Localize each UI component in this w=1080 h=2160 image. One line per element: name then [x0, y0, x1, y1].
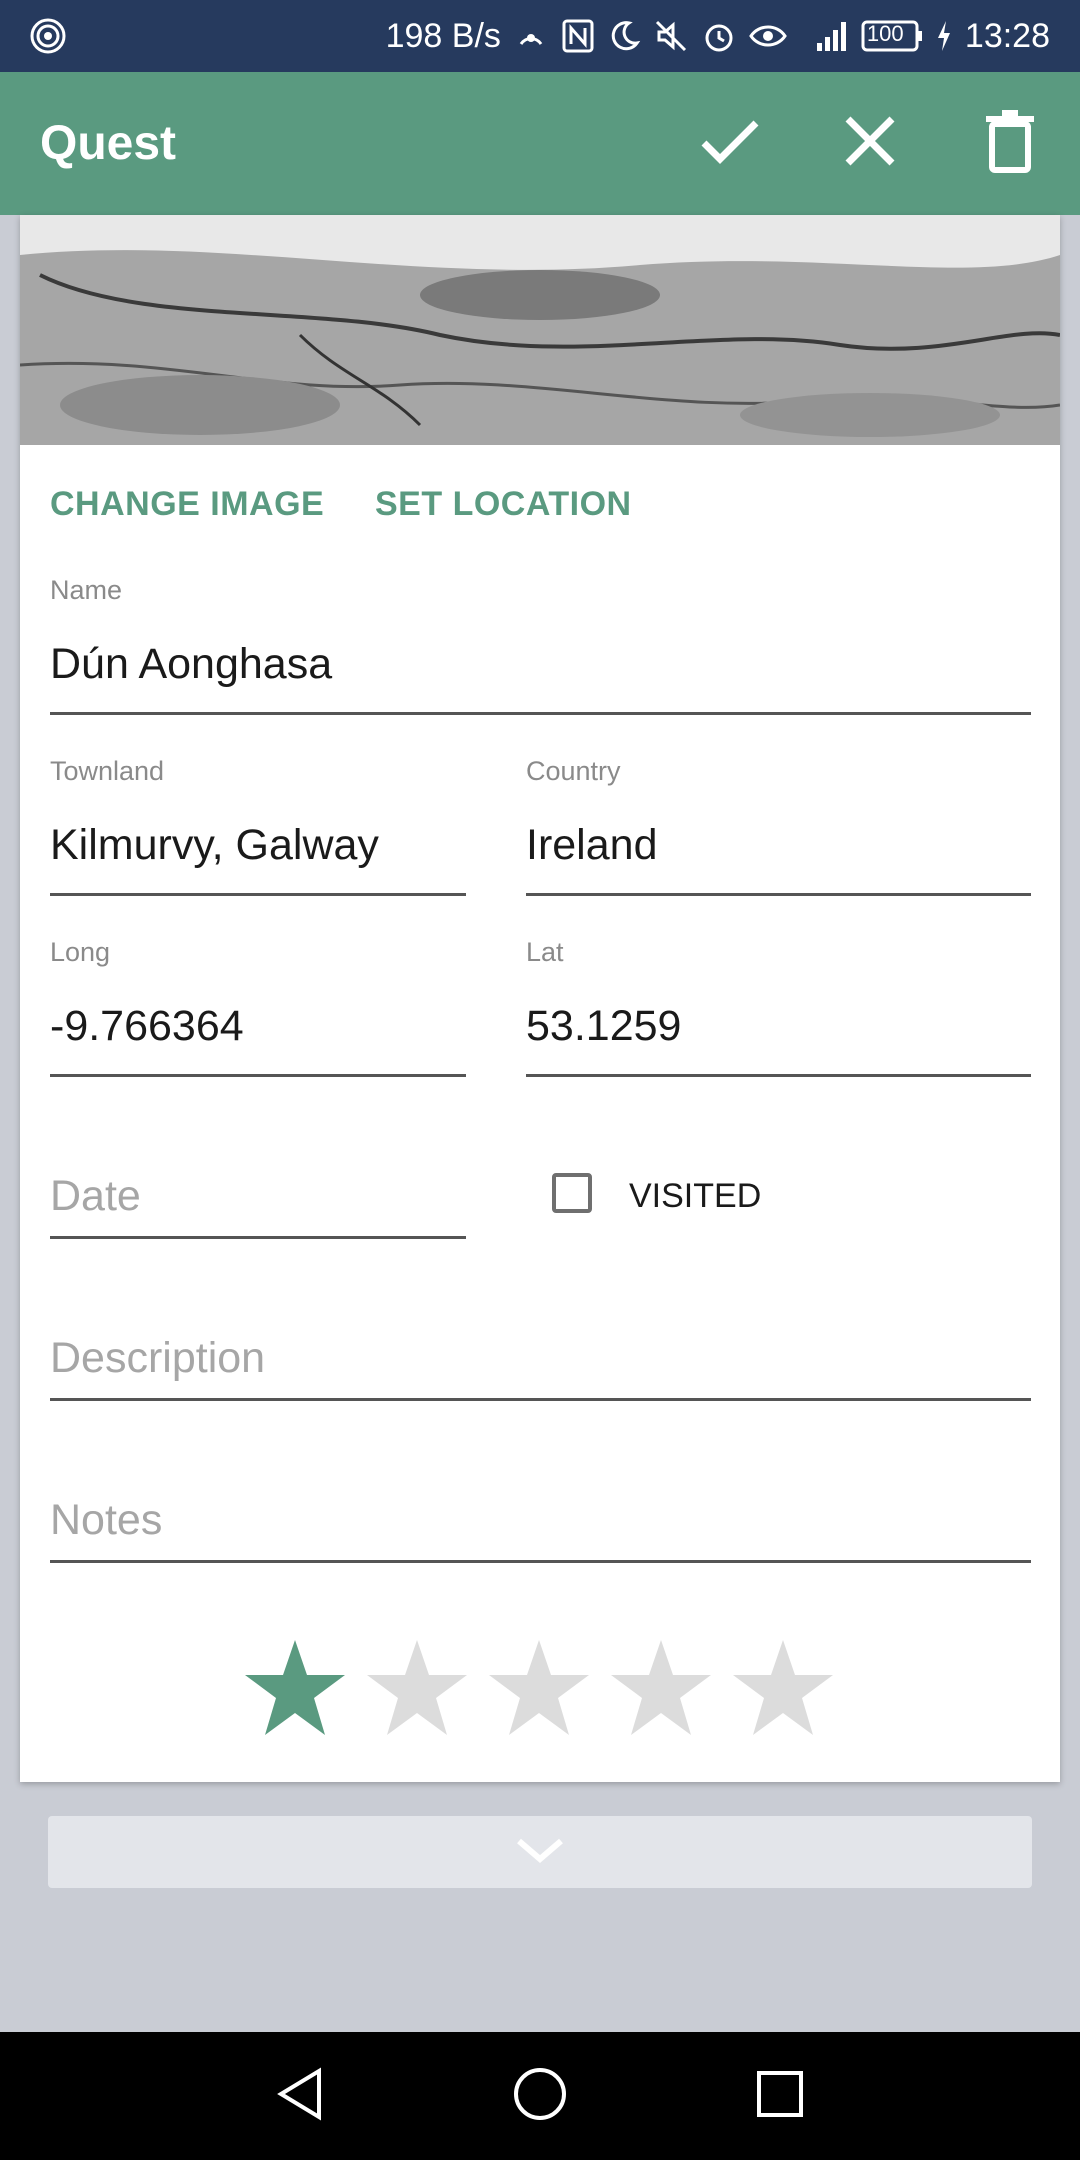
description-field[interactable]: Description — [50, 1334, 265, 1383]
townland-field[interactable]: Kilmurvy, Galway — [50, 821, 379, 870]
alarm-icon — [701, 18, 737, 54]
set-location-button[interactable]: SET LOCATION — [375, 485, 632, 524]
moon-icon — [607, 19, 641, 53]
lat-label: Lat — [526, 937, 564, 967]
star-4[interactable] — [609, 1638, 713, 1738]
quest-image — [20, 215, 1060, 445]
page-title: Quest — [40, 117, 177, 170]
long-label: Long — [50, 937, 111, 967]
change-image-button[interactable]: CHANGE IMAGE — [50, 485, 324, 524]
recents-icon — [755, 2069, 805, 2124]
long-underline — [50, 1074, 466, 1077]
cancel-button[interactable] — [800, 72, 940, 215]
star-2[interactable] — [365, 1638, 469, 1738]
battery-icon: 100 — [861, 19, 923, 53]
name-field[interactable]: Dún Aonghasa — [50, 640, 332, 689]
home-button[interactable] — [480, 2032, 600, 2160]
name-underline — [50, 712, 1031, 715]
description-underline — [50, 1398, 1031, 1401]
townland-label: Townland — [50, 756, 165, 786]
star-5[interactable] — [731, 1638, 835, 1738]
townland-underline — [50, 893, 466, 896]
quest-card: CHANGE IMAGE SET LOCATION Name Dún Aongh… — [20, 215, 1060, 1782]
star-1[interactable] — [243, 1638, 347, 1738]
navigation-bar — [0, 2032, 1080, 2160]
back-button[interactable] — [240, 2032, 360, 2160]
charging-icon — [935, 19, 953, 53]
battery-level: 100 — [866, 21, 904, 46]
save-button[interactable] — [660, 72, 800, 215]
country-label: Country — [526, 756, 621, 786]
signal-hotspot-icon — [513, 18, 549, 54]
recents-button[interactable] — [720, 2032, 840, 2160]
notes-field[interactable]: Notes — [50, 1496, 162, 1545]
date-underline — [50, 1236, 466, 1239]
network-speed: 198 B/s — [385, 16, 501, 55]
clock: 13:28 — [964, 16, 1050, 55]
visited-checkbox[interactable] — [552, 1173, 592, 1213]
app-bar: Quest — [0, 72, 1080, 215]
long-field[interactable]: -9.766364 — [50, 1002, 244, 1051]
nfc-icon — [561, 18, 595, 54]
close-icon — [842, 113, 898, 174]
country-underline — [526, 893, 1031, 896]
delete-button[interactable] — [940, 72, 1080, 215]
check-icon — [698, 109, 762, 178]
delete-icon — [984, 108, 1036, 179]
chevron-down-icon — [515, 1835, 565, 1870]
visited-label: VISITED — [629, 1177, 762, 1215]
eye-icon — [749, 21, 787, 51]
date-field[interactable]: Date — [50, 1172, 141, 1221]
star-3[interactable] — [487, 1638, 591, 1738]
lat-underline — [526, 1074, 1031, 1077]
lat-field[interactable]: 53.1259 — [526, 1002, 681, 1051]
country-field[interactable]: Ireland — [526, 821, 657, 870]
name-label: Name — [50, 575, 123, 605]
hotspot-icon — [30, 18, 66, 54]
signal-icon — [799, 19, 849, 53]
expand-button[interactable] — [48, 1816, 1032, 1888]
back-icon — [275, 2066, 325, 2126]
status-bar: 198 B/s 100 13:28 — [0, 0, 1080, 72]
mute-icon — [653, 18, 689, 54]
home-icon — [512, 2066, 568, 2127]
notes-underline — [50, 1560, 1031, 1563]
